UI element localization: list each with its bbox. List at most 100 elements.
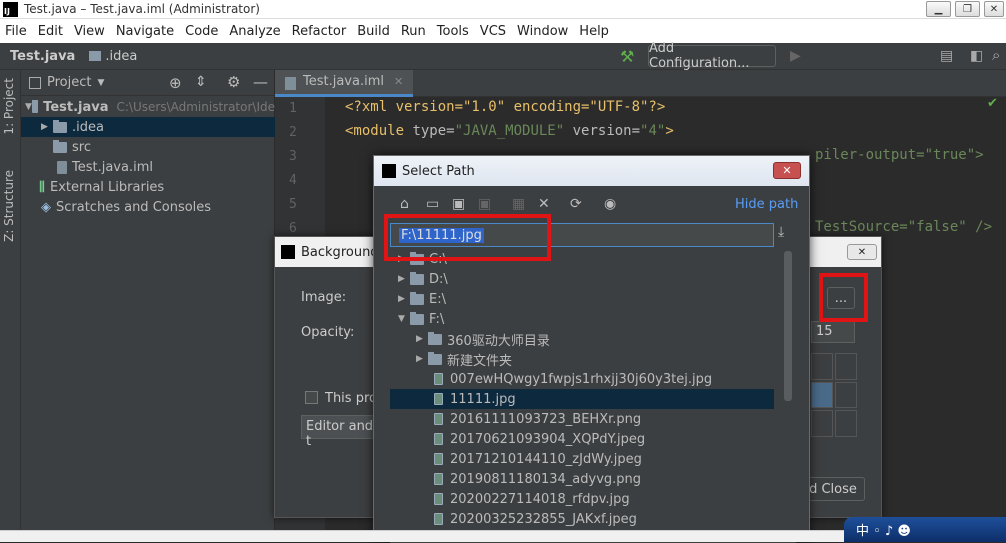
image-file-icon: [434, 433, 443, 445]
menu-view[interactable]: View: [69, 24, 111, 39]
show-hidden-icon[interactable]: ◉: [604, 196, 616, 212]
chevron-down-icon: ▼: [25, 102, 32, 112]
app-icon: [281, 245, 295, 259]
tree-scrollbar[interactable]: [784, 251, 792, 401]
tree-item-file[interactable]: 20200325232855_JAKxf.jpeg: [390, 509, 774, 529]
tree-item-drive-e[interactable]: ▶ E:\: [390, 289, 774, 309]
tree-item-file-selected[interactable]: 11111.jpg: [390, 389, 774, 409]
tree-item-project-root[interactable]: ▼ Test.java C:\Users\Administrator\Ide: [21, 97, 275, 117]
tree-item-folder[interactable]: ▶ 新建文件夹: [390, 349, 774, 369]
file-icon: [57, 160, 67, 174]
module-folder-icon[interactable]: ▣: [478, 196, 491, 212]
horizontal-scrollbar[interactable]: [0, 530, 844, 542]
add-configuration-button[interactable]: Add Configuration...: [648, 41, 776, 71]
download-icon[interactable]: ⤓: [778, 224, 784, 240]
desktop-icon[interactable]: ▭: [426, 196, 439, 212]
tree-item-label: 11111.jpg: [450, 391, 516, 407]
menu-help[interactable]: Help: [574, 24, 615, 39]
position-grid[interactable]: [811, 353, 857, 437]
project-tool-tab[interactable]: 1: Project: [2, 78, 16, 135]
menu-file[interactable]: File: [0, 24, 33, 39]
checkbox[interactable]: [305, 391, 318, 404]
xml-attr: version=: [564, 123, 641, 139]
tree-item-label: E:\: [429, 291, 446, 307]
code-line-1[interactable]: <?xml version="1.0" encoding="UTF-8"?>: [345, 99, 665, 115]
menu-navigate[interactable]: Navigate: [111, 24, 180, 39]
ime-indicator[interactable]: 中 ◦ ♪ ☻: [856, 520, 911, 539]
gear-icon[interactable]: ⚙: [227, 73, 240, 91]
tree-item-iml[interactable]: Test.java.iml: [21, 157, 275, 177]
tree-item-file[interactable]: 007ewHQwgy1fwpjs1rhxjj30j60y3tej.jpg: [390, 369, 774, 389]
menu-edit[interactable]: Edit: [33, 24, 69, 39]
code-line-6-tail[interactable]: TestSource="false" />: [815, 219, 992, 235]
chevron-down-icon[interactable]: ▼: [97, 78, 104, 88]
locate-icon[interactable]: ⊕: [169, 74, 182, 92]
sdk-icon[interactable]: ◧: [970, 48, 983, 64]
editor-tab-test-iml[interactable]: Test.java.iml ✕: [275, 69, 414, 97]
tree-item-idea[interactable]: ▶ .idea: [21, 117, 275, 137]
code-line-3-tail[interactable]: piler-output="true">: [815, 147, 984, 163]
close-icon[interactable]: ✕: [394, 75, 403, 88]
home-icon[interactable]: ⌂: [400, 196, 409, 212]
tree-item-scratches[interactable]: ◈ Scratches and Consoles: [21, 197, 275, 217]
search-icon[interactable]: ⌕: [992, 46, 1000, 64]
close-icon[interactable]: ✕: [847, 244, 877, 260]
menu-code[interactable]: Code: [180, 24, 224, 39]
tree-item-file[interactable]: 20161111093723_BEHXr.png: [390, 409, 774, 429]
close-icon[interactable]: ✕: [773, 162, 801, 179]
tree-item-label: Test.java.iml: [72, 159, 153, 175]
hammer-icon[interactable]: ⚒: [620, 47, 634, 66]
project-panel-title[interactable]: Project: [47, 75, 91, 90]
folder-icon: [89, 51, 102, 61]
code-line-2[interactable]: <module type="JAVA_MODULE" version="4">: [345, 123, 674, 139]
xml-value: "JAVA_MODULE": [454, 123, 565, 139]
structure-tool-tab[interactable]: Z: Structure: [2, 170, 16, 242]
tree-item-file[interactable]: 20170621093904_XQPdY.jpeg: [390, 429, 774, 449]
select-path-title-bar: Select Path ✕: [374, 156, 809, 186]
breadcrumb-folder[interactable]: .idea: [105, 49, 137, 64]
tree-item-file[interactable]: 20200227114018_rfdpv.jpg: [390, 489, 774, 509]
hide-path-link[interactable]: Hide path: [735, 197, 798, 212]
close-button[interactable]: d Close: [801, 477, 865, 501]
minimize-button[interactable]: ▁: [926, 1, 951, 17]
tree-item-drive-f[interactable]: ▼ F:\: [390, 309, 774, 329]
file-icon: [285, 76, 296, 90]
app-icon: [382, 164, 396, 178]
tool-window-strip: 1: Project Z: Structure: [0, 70, 21, 542]
menu-build[interactable]: Build: [352, 24, 396, 39]
tree-item-file[interactable]: 20190811180134_adyvg.png: [390, 469, 774, 489]
new-folder-icon[interactable]: ▦: [512, 196, 525, 212]
menu-refactor[interactable]: Refactor: [287, 24, 353, 39]
delete-icon[interactable]: ✕: [538, 196, 550, 212]
folder-icon: [410, 291, 424, 305]
menu-window[interactable]: Window: [512, 24, 574, 39]
tree-item-src[interactable]: src: [21, 137, 275, 157]
editor-tabs: Test.java.iml ✕: [275, 69, 1006, 97]
line-number: 2: [289, 125, 297, 140]
menu-run[interactable]: Run: [396, 24, 432, 39]
tree-item-drive-d[interactable]: ▶ D:\: [390, 269, 774, 289]
line-number: 6: [289, 221, 297, 236]
breadcrumb-project[interactable]: Test.java: [10, 49, 75, 64]
menu-tools[interactable]: Tools: [432, 24, 475, 39]
opacity-spinner[interactable]: 15: [811, 321, 855, 343]
close-window-button[interactable]: ✕: [984, 1, 1004, 17]
image-file-icon: [434, 493, 443, 505]
placement-dropdown[interactable]: Editor and t: [301, 415, 381, 449]
menu-vcs[interactable]: VCS: [475, 24, 512, 39]
tree-item-file[interactable]: 20171210144110_zJdWy.jpeg: [390, 449, 774, 469]
image-file-icon: [434, 393, 443, 405]
collapse-icon[interactable]: ⇕: [195, 74, 207, 90]
tree-item-external-libraries[interactable]: ⫼ External Libraries: [21, 177, 275, 197]
highlight-box-browse: [819, 273, 868, 322]
maximize-button[interactable]: ❐: [955, 1, 980, 17]
folder-icon: [428, 351, 442, 365]
run-icon[interactable]: ▶: [790, 48, 801, 64]
tree-item-folder[interactable]: ▶ 360驱动大师目录: [390, 329, 774, 349]
menu-analyze[interactable]: Analyze: [224, 24, 286, 39]
tree-item-label: F:\: [429, 311, 445, 327]
hide-icon[interactable]: —: [253, 73, 268, 91]
project-structure-icon[interactable]: ▤: [940, 48, 953, 64]
refresh-icon[interactable]: ⟳: [570, 196, 582, 212]
project-folder-icon[interactable]: ▣: [452, 196, 465, 212]
